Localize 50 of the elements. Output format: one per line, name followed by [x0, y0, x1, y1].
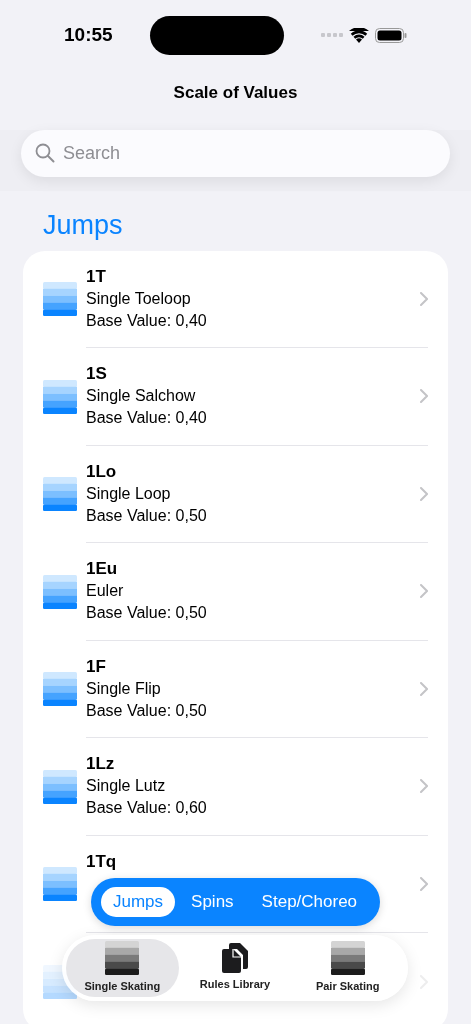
element-base-value: Base Value: 0,60 — [86, 798, 208, 819]
segment-tab[interactable]: Step/Choreo — [249, 887, 370, 917]
element-name: Single Toeloop — [86, 288, 192, 309]
nav-title: Scale of Values — [173, 82, 298, 104]
status-time: 10:55 — [64, 22, 113, 47]
chevron-icon — [420, 681, 428, 696]
battery-icon — [375, 27, 407, 43]
tab-bar-item[interactable]: Rules Library — [178, 939, 292, 997]
element-base-value: Base Value: 0,50 — [86, 603, 208, 624]
scale-icon — [330, 941, 365, 976]
section-header: Jumps — [43, 209, 123, 240]
wifi-icon — [349, 27, 369, 43]
scale-icon — [43, 672, 77, 707]
element-name: Single Flip — [86, 678, 162, 699]
chevron-icon — [420, 779, 428, 794]
chevron-icon — [420, 876, 428, 891]
element-code: 1S — [86, 363, 108, 386]
chevron-icon — [420, 584, 428, 599]
element-code: 1T — [86, 265, 107, 288]
element-base-value: Base Value: 0,40 — [86, 310, 208, 331]
element-code: 1Lo — [86, 460, 118, 483]
scale-icon — [43, 477, 77, 512]
segment-tab[interactable]: Jumps — [101, 887, 176, 917]
element-code: 1Eu — [86, 558, 119, 581]
chevron-icon — [420, 486, 428, 501]
scale-icon — [43, 867, 77, 902]
scale-icon — [43, 379, 77, 414]
chevron-icon — [420, 291, 428, 306]
scale-icon — [43, 282, 77, 317]
scale-icon — [43, 769, 77, 804]
documents-icon — [222, 943, 248, 974]
scale-icon — [43, 574, 77, 609]
element-name: Single Lutz — [86, 776, 167, 797]
element-name: Single Loop — [86, 483, 172, 504]
chevron-icon — [420, 389, 428, 404]
tab-bar-item[interactable]: Pair Skating — [291, 939, 404, 997]
element-name: Single Salchow — [86, 386, 197, 407]
scale-icon — [105, 941, 140, 976]
tab-bar-item[interactable]: Single Skating — [66, 939, 179, 997]
search-field[interactable]: Search — [21, 129, 450, 177]
signal-icon — [321, 33, 343, 37]
element-code: 1F — [86, 655, 107, 678]
element-base-value: Base Value: 0,40 — [86, 408, 208, 429]
element-name: Euler — [86, 581, 125, 602]
element-base-value: Base Value: 0,50 — [86, 700, 208, 721]
element-code: 1Lz — [86, 753, 116, 776]
element-code: 1Tq — [86, 850, 118, 873]
segment-tab[interactable]: Spins — [179, 887, 246, 917]
element-base-value: Base Value: 0,50 — [86, 505, 208, 526]
search-icon — [35, 143, 55, 163]
